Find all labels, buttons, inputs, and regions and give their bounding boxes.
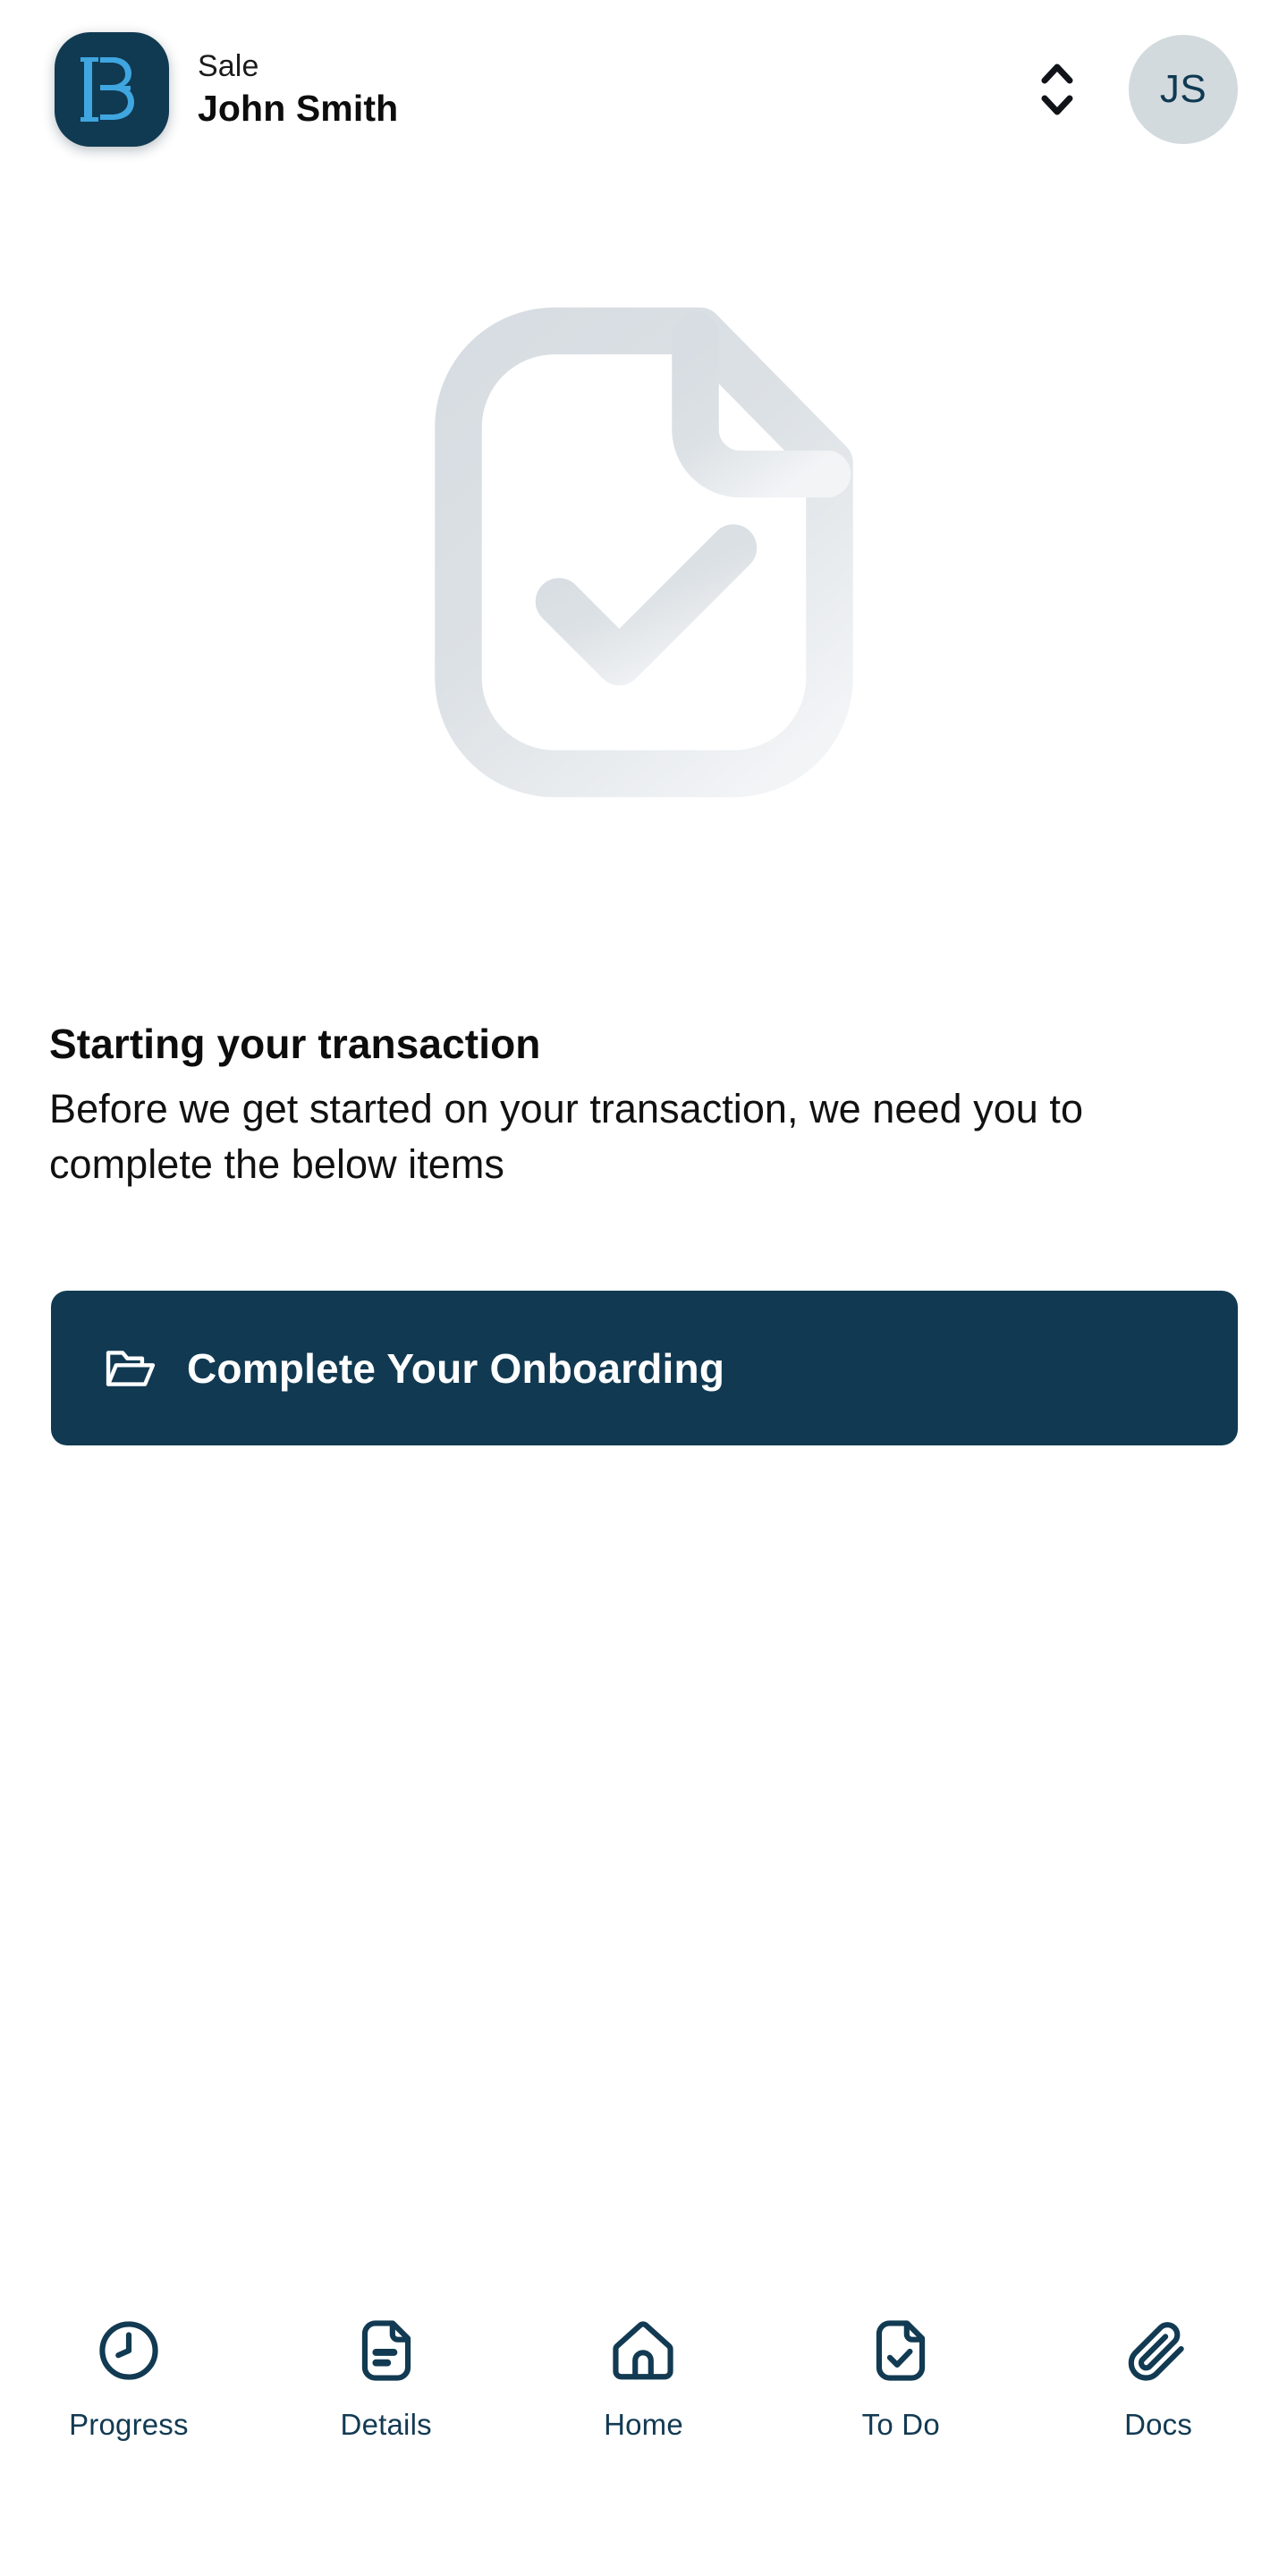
home-icon: [608, 2308, 678, 2394]
open-folder-icon: [103, 1341, 158, 1396]
header-text-group: Sale John Smith: [198, 49, 398, 130]
page-description: Before we get started on your transactio…: [49, 1086, 1084, 1187]
nav-item-docs[interactable]: Docs: [1029, 2308, 1287, 2442]
client-name-label: John Smith: [198, 88, 399, 130]
nav-label-docs: Docs: [1124, 2408, 1193, 2441]
complete-onboarding-button[interactable]: Complete Your Onboarding: [51, 1291, 1238, 1445]
clock-icon: [94, 2308, 164, 2394]
hero-illustration: [0, 237, 1287, 899]
document-check-icon: [866, 2308, 936, 2394]
nav-item-home[interactable]: Home: [515, 2308, 773, 2442]
nav-item-details[interactable]: Details: [258, 2308, 515, 2442]
document-lines-icon: [351, 2308, 421, 2394]
bottom-navigation: Progress Details Home To Do Docs: [0, 2281, 1287, 2576]
transaction-switcher-button[interactable]: [1032, 51, 1082, 128]
paperclip-icon: [1123, 2308, 1193, 2394]
content-block: Starting your transaction Before we get …: [49, 1020, 1239, 1191]
nav-label-todo: To Do: [861, 2408, 940, 2441]
nav-item-todo[interactable]: To Do: [772, 2308, 1029, 2442]
document-check-icon: [434, 307, 853, 798]
nav-label-progress: Progress: [69, 2408, 189, 2441]
header-actions: JS: [1032, 35, 1238, 144]
brand-monogram-b-icon: [80, 57, 134, 122]
complete-onboarding-label: Complete Your Onboarding: [187, 1344, 725, 1392]
chevron-up-down-icon: [1041, 64, 1073, 115]
nav-label-home: Home: [604, 2408, 683, 2441]
app-header: Sale John Smith JS: [0, 0, 1287, 179]
page-title: Starting your transaction: [49, 1021, 541, 1067]
user-avatar[interactable]: JS: [1129, 35, 1238, 144]
nav-item-progress[interactable]: Progress: [0, 2308, 258, 2442]
brand-logo[interactable]: [38, 16, 185, 163]
nav-label-details: Details: [340, 2408, 432, 2441]
logo-tile: [55, 32, 169, 147]
transaction-type-label: Sale: [198, 49, 259, 83]
